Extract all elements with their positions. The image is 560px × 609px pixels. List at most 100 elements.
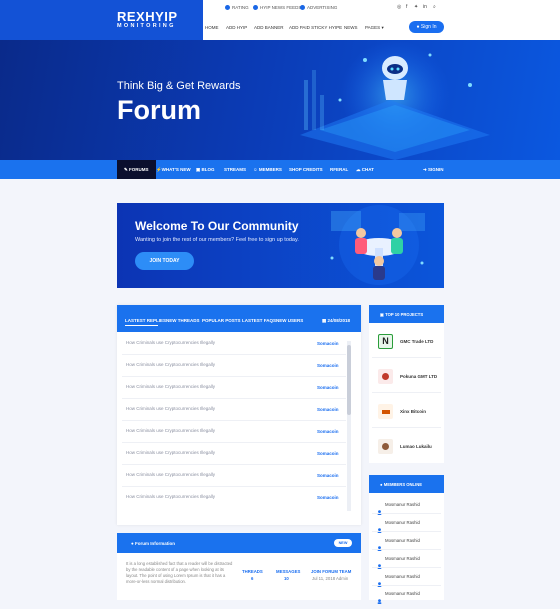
thread-title[interactable]: How Criminals use Cryptocurrencies Illeg… xyxy=(126,362,215,367)
topbar-link-advertising[interactable]: ADVERTISING xyxy=(300,5,337,11)
topbar-link-rating[interactable]: RATING xyxy=(225,5,249,11)
user-icon xyxy=(377,538,382,551)
project-name[interactable]: Pokuna GMT LTD xyxy=(400,374,437,379)
forum-date: ▦ 24/08/2018 xyxy=(322,318,351,323)
tab-popular-posts[interactable]: POPULAR POSTS xyxy=(202,318,241,323)
project-name[interactable]: Lumao Lukailu xyxy=(400,444,432,449)
hero-illustration xyxy=(300,40,490,160)
brand-title: REXHYIP xyxy=(117,9,178,24)
megaphone-icon xyxy=(300,5,305,11)
member-name[interactable]: Mosmanur Rashid xyxy=(385,502,420,507)
menu-signin[interactable]: ➜ SIGNIN xyxy=(423,160,444,179)
row-divider xyxy=(122,442,346,443)
nav-news[interactable]: NEWS xyxy=(344,25,358,30)
thread-user[interactable]: Somacoin xyxy=(317,363,339,368)
member-name[interactable]: Mosmanur Rashid xyxy=(385,574,420,579)
project-logo[interactable] xyxy=(378,404,393,419)
calendar-icon: ▦ xyxy=(322,318,327,323)
active-tab-indicator xyxy=(125,325,158,326)
menu-whats-new[interactable]: ⚡WHAT'S NEW xyxy=(156,160,191,179)
blog-icon: ▣ xyxy=(196,167,201,172)
search-icon[interactable]: ⌕ xyxy=(433,4,436,10)
nav-pages[interactable]: PAGES ▾ xyxy=(365,25,384,31)
thread-user[interactable]: Somacoin xyxy=(317,495,339,500)
member-name[interactable]: Mosmanur Rashid xyxy=(385,591,420,596)
member-name[interactable]: Mosmanur Rashid xyxy=(385,520,420,525)
members-online-title: ● MEMBERS ONLINE xyxy=(380,482,423,487)
row-divider xyxy=(122,376,346,377)
dribbble-icon[interactable]: ◎ xyxy=(397,4,401,10)
thread-title[interactable]: How Criminals use Cryptocurrencies Illeg… xyxy=(126,450,215,455)
menu-forums[interactable]: ✎ FORUMS xyxy=(117,160,156,179)
thread-title[interactable]: How Criminals use Cryptocurrencies Illeg… xyxy=(126,384,215,389)
threads-label: THREADS xyxy=(242,569,263,574)
project-divider xyxy=(372,427,441,428)
project-logo[interactable]: N xyxy=(378,334,393,349)
forum-menu-bar: ✎ FORUMS ⚡WHAT'S NEW ▣ BLOG STREAMS ☺ ME… xyxy=(0,160,560,179)
messages-value: 10 xyxy=(284,576,289,581)
join-team-label[interactable]: JOIN FORUM TEAM xyxy=(311,569,351,574)
hero-subtitle: Think Big & Get Rewards xyxy=(117,80,241,92)
project-name[interactable]: GMC Trade LTD xyxy=(400,339,433,344)
join-team-date: Jul 11, 2018 Admin xyxy=(312,576,349,581)
thread-user[interactable]: Somacoin xyxy=(317,341,339,346)
thread-title[interactable]: How Criminals use Cryptocurrencies Illeg… xyxy=(126,340,215,345)
nav-home[interactable]: HOME xyxy=(205,25,219,30)
project-name[interactable]: Xinx Bitcoin xyxy=(400,409,426,414)
forum-activity-panel xyxy=(117,305,361,525)
tab-latest-replies[interactable]: LASTEST REPLIES xyxy=(125,318,166,323)
twitter-icon[interactable]: ✦ xyxy=(414,4,418,10)
menu-shop-credits[interactable]: SHOP CREDITS xyxy=(289,160,323,179)
thread-user[interactable]: Somacoin xyxy=(317,473,339,478)
forum-information-title: ● Forum Information xyxy=(131,541,175,546)
user-icon xyxy=(377,502,382,515)
project-divider xyxy=(372,357,441,358)
user-icon xyxy=(377,591,382,604)
thread-user[interactable]: Somacoin xyxy=(317,429,339,434)
menu-members[interactable]: ☺ MEMBERS xyxy=(253,160,282,179)
nav-add-banner[interactable]: ADD BANNER xyxy=(254,25,284,30)
thread-user[interactable]: Somacoin xyxy=(317,385,339,390)
member-divider xyxy=(372,513,441,514)
signin-icon: ➜ xyxy=(423,167,427,172)
member-divider xyxy=(372,585,441,586)
linkedin-icon[interactable]: in xyxy=(423,4,427,10)
tab-new-threads[interactable]: NEW THREADS xyxy=(166,318,200,323)
facebook-icon[interactable]: f xyxy=(406,4,407,10)
nav-add-sticky[interactable]: ADD PAID STICKY HYIPE xyxy=(289,25,342,30)
menu-chat[interactable]: ☁ CHAT xyxy=(356,160,374,179)
forum-scrollbar-thumb[interactable] xyxy=(347,345,351,415)
messages-label: MESSAGES xyxy=(276,569,301,574)
menu-streams[interactable]: STREAMS xyxy=(224,160,246,179)
member-name[interactable]: Mosmanur Rashid xyxy=(385,556,420,561)
menu-blog[interactable]: ▣ BLOG xyxy=(196,160,215,179)
tab-latest-faqs[interactable]: LASTEST FAQS xyxy=(242,318,276,323)
chat-icon: ☁ xyxy=(356,167,361,172)
tab-new-users[interactable]: NEW USERS xyxy=(276,318,303,323)
thread-user[interactable]: Somacoin xyxy=(317,407,339,412)
welcome-description: Wanting to join the rest of our members?… xyxy=(135,237,299,243)
comments-icon: ✎ xyxy=(124,167,128,172)
project-logo[interactable] xyxy=(378,369,393,384)
thread-title[interactable]: How Criminals use Cryptocurrencies Illeg… xyxy=(126,494,215,499)
thread-title[interactable]: How Criminals use Cryptocurrencies Illeg… xyxy=(126,406,215,411)
project-divider xyxy=(372,392,441,393)
sign-in-button[interactable]: ● Sign In xyxy=(409,21,444,33)
forum-information-text: It is a long established fact that a rea… xyxy=(126,561,233,584)
menu-referral[interactable]: RFERAL xyxy=(330,160,348,179)
thread-title[interactable]: How Criminals use Cryptocurrencies Illeg… xyxy=(126,428,215,433)
thread-user[interactable]: Somacoin xyxy=(317,451,339,456)
member-name[interactable]: Mosmanur Rashid xyxy=(385,538,420,543)
thread-title[interactable]: How Criminals use Cryptocurrencies Illeg… xyxy=(126,472,215,477)
top-header: RATING HYIP NEWS FEEDS ADVERTISING ◎ f ✦… xyxy=(203,0,560,40)
page-title: Forum xyxy=(117,95,201,125)
row-divider xyxy=(122,354,346,355)
user-icon: ● xyxy=(416,24,420,30)
nav-add-hyip[interactable]: ADD HYIP xyxy=(226,25,247,30)
new-badge[interactable]: NEW xyxy=(334,539,352,547)
join-today-button[interactable]: JOIN TODAY xyxy=(135,252,194,270)
users-icon: ☺ xyxy=(253,167,258,172)
project-logo[interactable] xyxy=(378,439,393,454)
member-divider xyxy=(372,531,441,532)
topbar-link-news[interactable]: HYIP NEWS FEEDS xyxy=(253,5,301,11)
